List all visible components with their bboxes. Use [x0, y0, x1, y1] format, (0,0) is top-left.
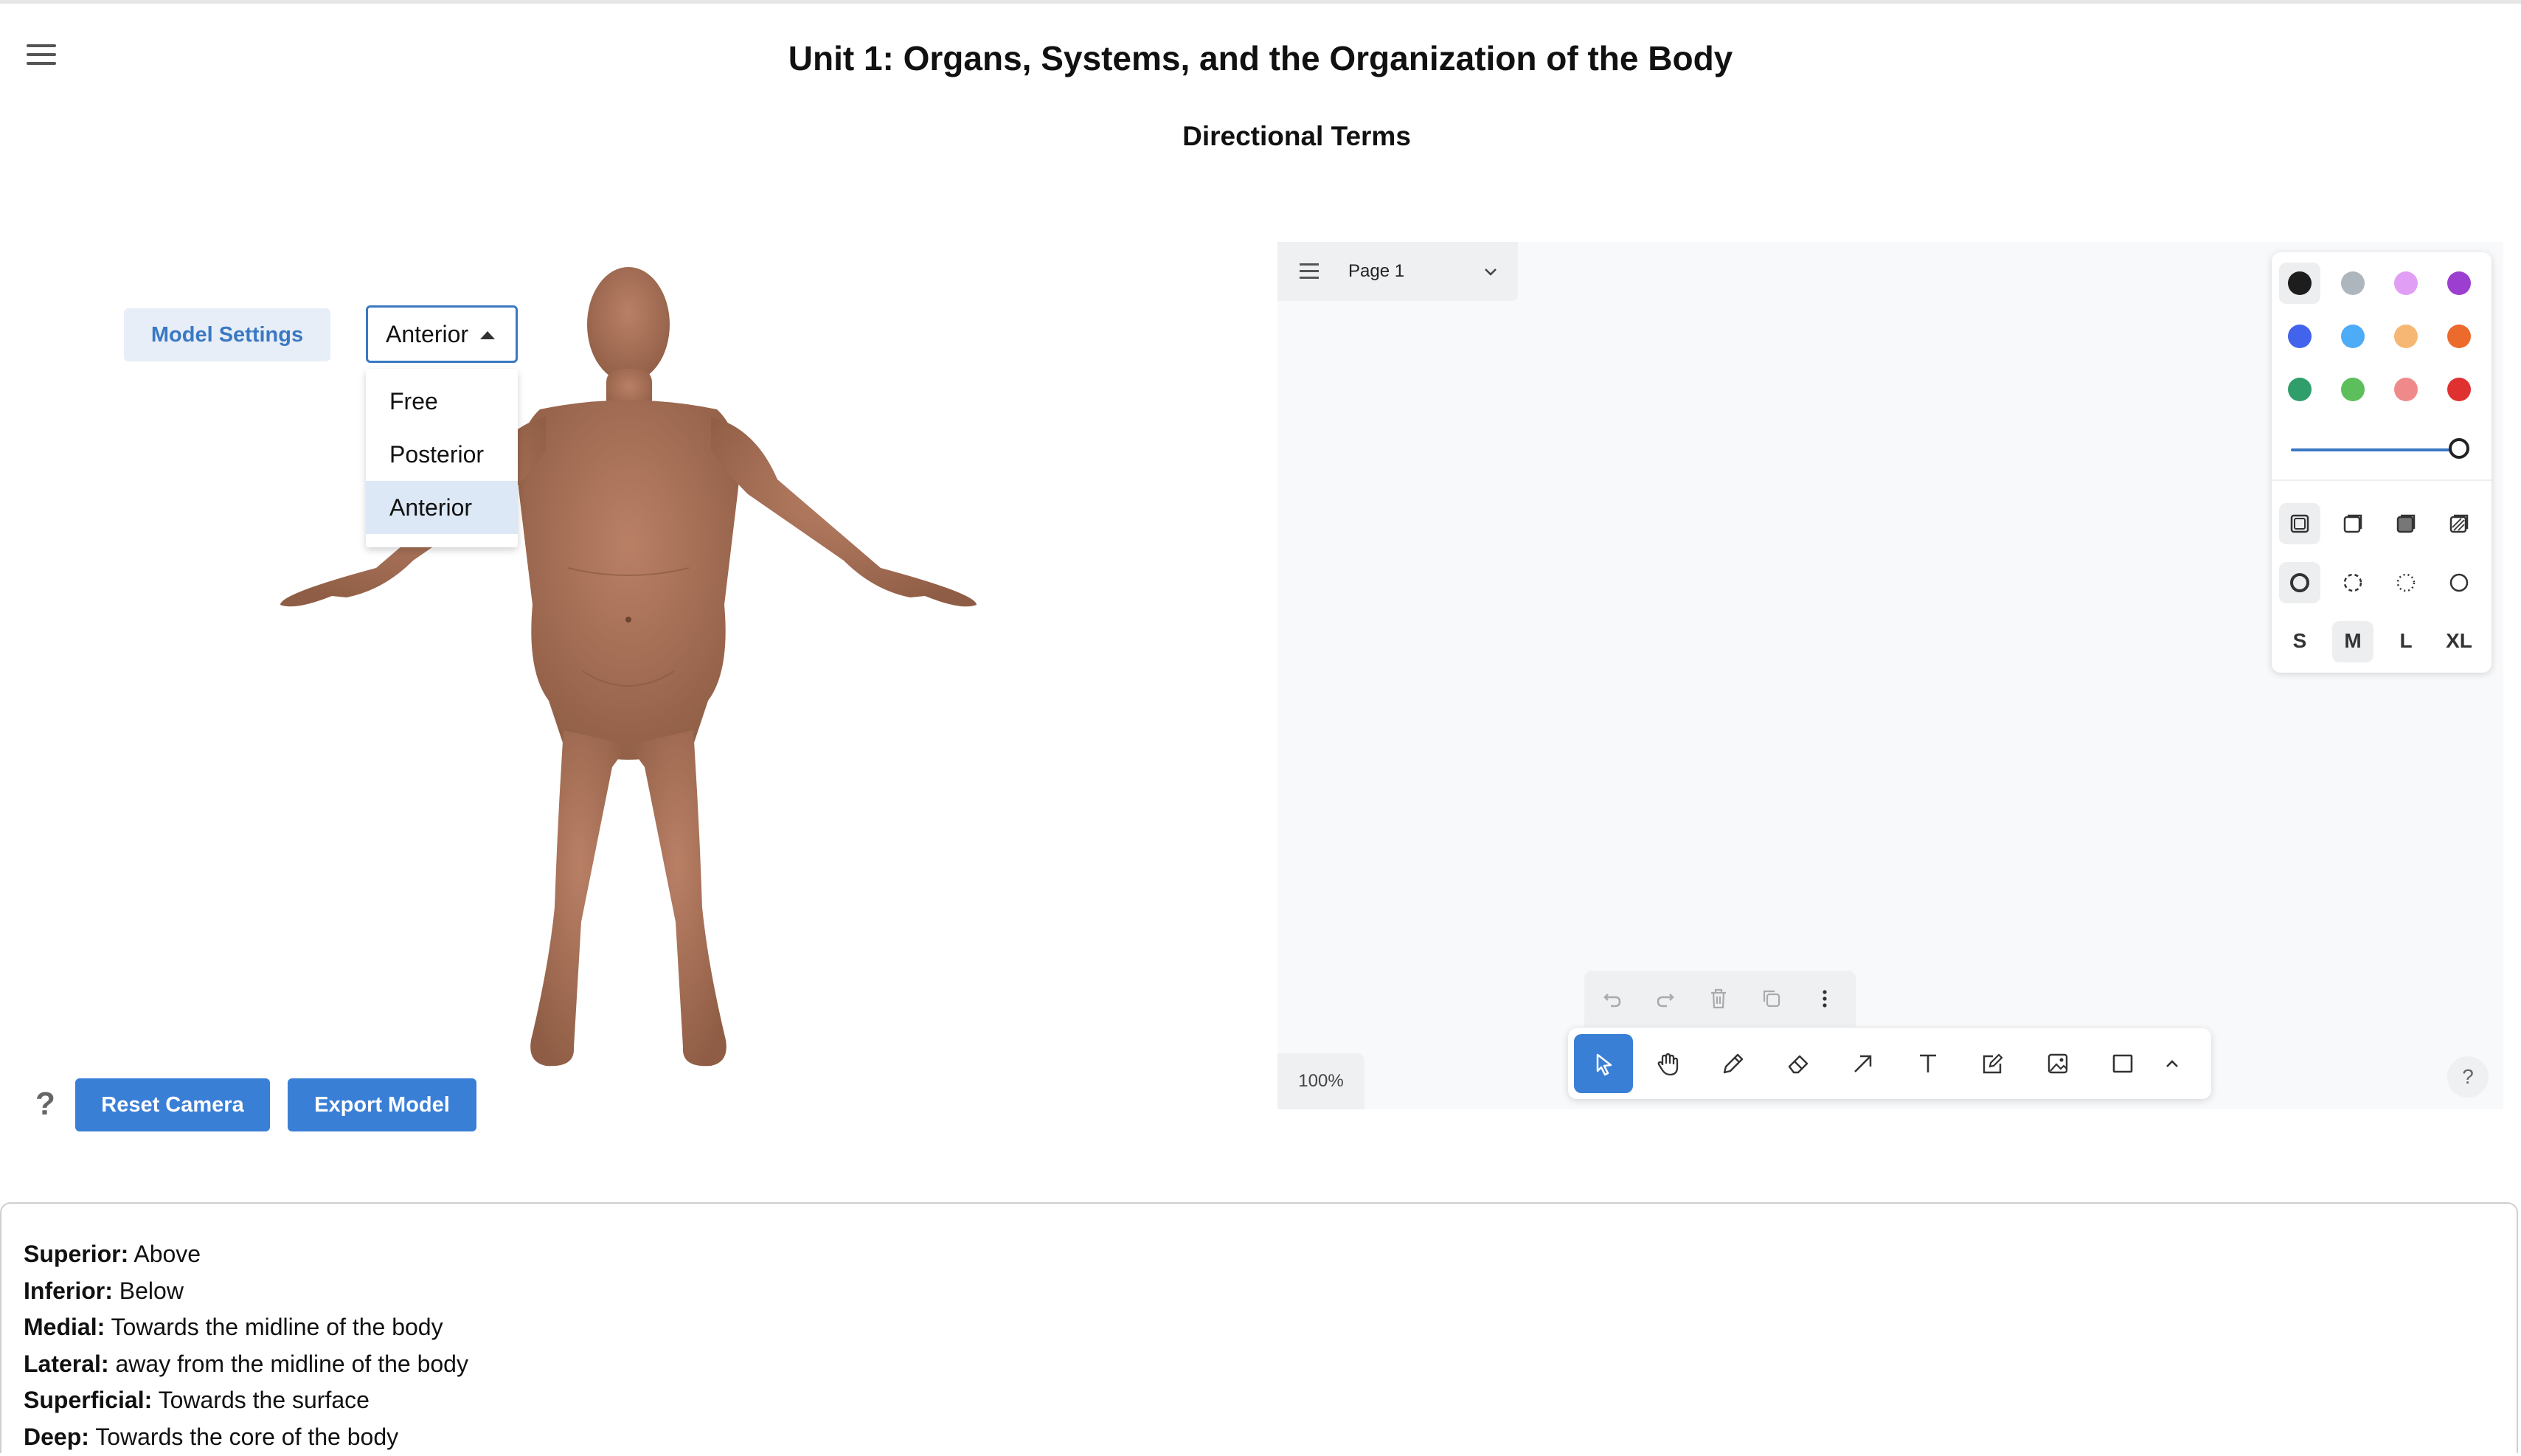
fill-none-icon[interactable] [2289, 513, 2311, 535]
section-title: Directional Terms [1182, 121, 1411, 151]
definition-item: Superior: Above [24, 1236, 468, 1273]
whiteboard-help-icon[interactable]: ? [2447, 1056, 2489, 1098]
definition-item: Medial: Towards the midline of the body [24, 1309, 468, 1346]
option-anterior[interactable]: Anterior [366, 481, 518, 534]
definition-term: Inferior: [24, 1277, 113, 1304]
definition-term: Deep: [24, 1423, 89, 1450]
definition-term: Superficial: [24, 1387, 153, 1414]
caret-up-icon [480, 331, 495, 339]
color-swatch-grey[interactable] [2341, 271, 2365, 295]
option-free[interactable]: Free [366, 375, 518, 428]
zoom-level[interactable]: 100% [1277, 1053, 1364, 1109]
arrow-icon[interactable] [1834, 1034, 1893, 1093]
size-m-button[interactable]: M [2332, 629, 2373, 653]
hand-icon[interactable] [1639, 1034, 1698, 1093]
color-swatch-red[interactable] [2447, 378, 2471, 401]
definition-description: Towards the surface [152, 1387, 370, 1414]
page-menu-icon[interactable] [1300, 263, 1319, 283]
dash-dotted-icon[interactable] [2395, 572, 2417, 594]
duplicate-icon[interactable] [1760, 985, 1783, 1012]
definition-term: Superior: [24, 1241, 129, 1267]
color-swatch-orange[interactable] [2447, 325, 2471, 348]
dash-solid-icon[interactable] [2448, 572, 2470, 594]
panel-divider [2272, 479, 2491, 481]
view-dropdown-menu: Free Posterior Anterior [366, 369, 518, 547]
definition-item: Lateral: away from the midline of the bo… [24, 1346, 468, 1383]
fill-solid-icon[interactable] [2395, 513, 2417, 535]
text-icon[interactable] [1898, 1034, 1957, 1093]
redo-icon[interactable] [1654, 985, 1677, 1012]
definition-item: Inferior: Below [24, 1273, 468, 1310]
style-panel: S M L XL [2272, 252, 2491, 673]
chevron-down-icon[interactable] [1483, 263, 1499, 280]
note-icon[interactable] [1963, 1034, 2022, 1093]
chevron-up-icon[interactable] [2146, 1034, 2198, 1093]
size-xl-button[interactable]: XL [2438, 629, 2480, 653]
size-l-button[interactable]: L [2385, 629, 2427, 653]
drawing-toolbar [1568, 1028, 2211, 1099]
model-settings-button[interactable]: Model Settings [124, 308, 330, 361]
eraser-icon[interactable] [1769, 1034, 1828, 1093]
color-swatch-light-blue[interactable] [2341, 325, 2365, 348]
help-icon[interactable]: ? [35, 1086, 55, 1123]
definition-description: Towards the core of the body [89, 1423, 399, 1450]
color-swatch-light-red[interactable] [2394, 378, 2418, 401]
option-posterior[interactable]: Posterior [366, 428, 518, 481]
definition-description: Below [112, 1277, 184, 1304]
history-bar [1584, 971, 1856, 1027]
page-title: Unit 1: Organs, Systems, and the Organiz… [788, 39, 1733, 77]
opacity-slider-handle[interactable] [2449, 438, 2469, 459]
top-border [0, 0, 2521, 4]
view-select-value: Anterior [386, 320, 469, 347]
dash-dashed-icon[interactable] [2342, 572, 2364, 594]
trash-icon[interactable] [1707, 985, 1730, 1012]
color-swatch-green[interactable] [2288, 378, 2312, 401]
image-icon[interactable] [2028, 1034, 2087, 1093]
definition-description: Above [128, 1241, 201, 1267]
definition-term: Lateral: [24, 1350, 109, 1377]
color-swatch-blue[interactable] [2288, 325, 2312, 348]
view-select[interactable]: Anterior [366, 305, 518, 363]
definition-description: Towards the midline of the body [105, 1314, 443, 1341]
definitions-panel: Superior: Above Inferior: Below Medial: To… [0, 1202, 2518, 1453]
reset-camera-button[interactable]: Reset Camera [75, 1078, 270, 1131]
undo-icon[interactable] [1601, 985, 1624, 1012]
color-swatch-black[interactable] [2288, 271, 2312, 295]
fill-pattern-icon[interactable] [2448, 513, 2470, 535]
color-swatch-light-green[interactable] [2341, 378, 2365, 401]
color-swatch-yellow[interactable] [2394, 325, 2418, 348]
fill-semi-icon[interactable] [2342, 513, 2364, 535]
definition-term: Medial: [24, 1314, 105, 1341]
page-name: Page 1 [1348, 261, 1405, 281]
definition-item: Deep: Towards the core of the body [24, 1419, 468, 1456]
definition-item: Superficial: Towards the surface [24, 1382, 468, 1419]
definition-list: Superior: Above Inferior: Below Medial: To… [24, 1236, 468, 1456]
color-swatch-violet[interactable] [2447, 271, 2471, 295]
page-menu[interactable]: Page 1 [1277, 242, 1518, 301]
opacity-slider-track[interactable] [2291, 448, 2459, 451]
pencil-icon[interactable] [1704, 1034, 1763, 1093]
definition-description: away from the midline of the body [108, 1350, 468, 1377]
color-swatch-light-violet[interactable] [2394, 271, 2418, 295]
export-model-button[interactable]: Export Model [288, 1078, 476, 1131]
select-icon[interactable] [1574, 1034, 1633, 1093]
rectangle-icon[interactable] [2093, 1034, 2152, 1093]
more-icon[interactable] [1813, 985, 1837, 1012]
dash-draw-icon[interactable] [2289, 572, 2311, 594]
size-s-button[interactable]: S [2279, 629, 2320, 653]
